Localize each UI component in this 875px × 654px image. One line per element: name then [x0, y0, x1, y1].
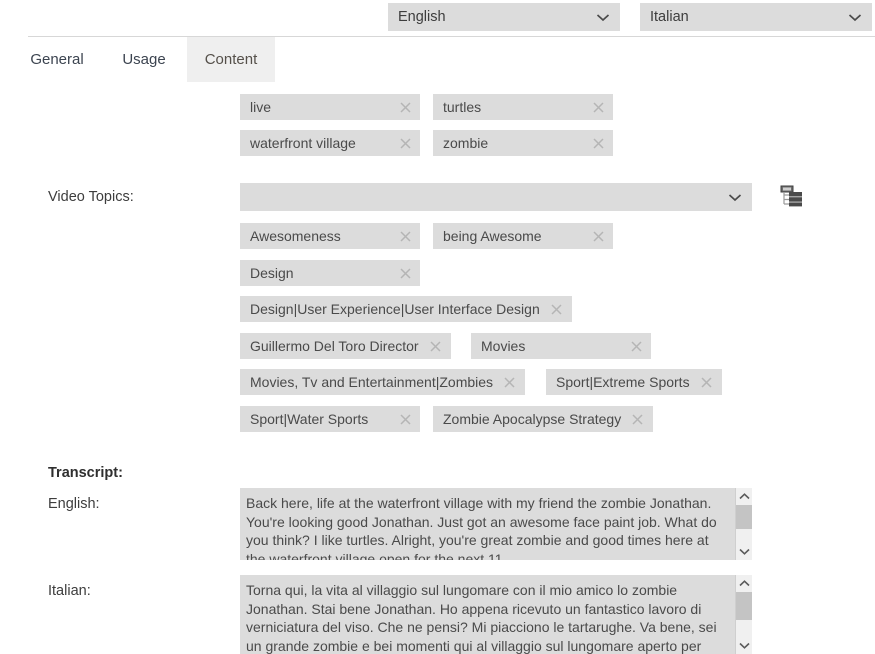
- close-icon[interactable]: [592, 230, 605, 243]
- topic-chip[interactable]: Design|User Experience|User Interface De…: [240, 296, 572, 322]
- close-icon[interactable]: [700, 376, 713, 389]
- target-language-select[interactable]: Italian: [640, 3, 872, 31]
- topic-chip[interactable]: Movies, Tv and Entertainment|Zombies: [240, 369, 526, 395]
- topic-chip-label: Sport|Water Sports: [250, 411, 369, 427]
- close-icon[interactable]: [399, 101, 412, 114]
- topic-chip[interactable]: Design: [240, 260, 420, 286]
- tab-content[interactable]: Content: [187, 37, 275, 82]
- close-icon[interactable]: [592, 137, 605, 150]
- transcript-italian-scroll-track[interactable]: [736, 592, 752, 637]
- close-icon[interactable]: [503, 376, 516, 389]
- keyword-chip-label: waterfront village: [250, 135, 356, 151]
- keyword-chip-label: turtles: [443, 99, 482, 115]
- close-icon[interactable]: [550, 303, 563, 316]
- topic-chip[interactable]: Zombie Apocalypse Strategy: [433, 406, 654, 432]
- topic-chip[interactable]: Guillermo Del Toro Director: [240, 333, 451, 359]
- topic-chip-label: Awesomeness: [250, 228, 341, 244]
- transcript-italian-scroll-thumb[interactable]: [736, 592, 752, 620]
- tab-general-label: General: [30, 51, 84, 68]
- close-icon[interactable]: [399, 230, 412, 243]
- keyword-chip-label: zombie: [443, 135, 489, 151]
- topic-chip-label: being Awesome: [443, 228, 542, 244]
- transcript-english-text[interactable]: Back here, life at the waterfront villag…: [240, 488, 735, 560]
- topic-chip[interactable]: Sport|Water Sports: [240, 406, 420, 432]
- close-icon[interactable]: [399, 413, 412, 426]
- video-topics-label: Video Topics:: [48, 189, 134, 205]
- tab-bar: General Usage Content: [0, 37, 875, 82]
- transcript-english-scrollbar[interactable]: [735, 488, 752, 560]
- keyword-chip[interactable]: zombie: [433, 130, 613, 156]
- chevron-down-icon: [728, 193, 742, 202]
- language-bar: English Italian: [0, 3, 875, 33]
- close-icon[interactable]: [630, 340, 643, 353]
- chevron-down-icon: [848, 13, 862, 22]
- topic-chip-label: Guillermo Del Toro Director: [250, 338, 419, 354]
- close-icon[interactable]: [399, 137, 412, 150]
- transcript-english-label: English:: [48, 496, 100, 512]
- source-language-select[interactable]: English: [388, 3, 620, 31]
- chevron-up-icon[interactable]: [736, 488, 752, 505]
- topic-chip-label: Movies: [481, 338, 526, 354]
- transcript-english-box[interactable]: Back here, life at the waterfront villag…: [240, 488, 752, 560]
- topic-chip-label: Zombie Apocalypse Strategy: [443, 411, 622, 427]
- tab-general[interactable]: General: [12, 37, 102, 82]
- topic-chip[interactable]: Sport|Extreme Sports: [546, 369, 722, 395]
- chevron-down-icon: [596, 13, 610, 22]
- topic-chip[interactable]: Movies: [471, 333, 651, 359]
- transcript-heading: Transcript:: [48, 465, 123, 481]
- transcript-italian-box[interactable]: Torna qui, la vita al villaggio sul lung…: [240, 575, 752, 654]
- transcript-italian-label: Italian:: [48, 583, 91, 599]
- keyword-chip[interactable]: live: [240, 94, 420, 120]
- close-icon[interactable]: [631, 413, 644, 426]
- tab-usage[interactable]: Usage: [104, 37, 184, 82]
- topic-chip[interactable]: being Awesome: [433, 223, 613, 249]
- tab-content-label: Content: [204, 51, 258, 68]
- chevron-down-icon[interactable]: [736, 637, 752, 654]
- content-tab-page: English Italian General Usage Content li…: [0, 0, 875, 654]
- transcript-italian-scrollbar[interactable]: [735, 575, 752, 654]
- tab-usage-label: Usage: [122, 51, 166, 68]
- video-topics-select[interactable]: [240, 183, 752, 211]
- transcript-english-scroll-thumb[interactable]: [736, 505, 752, 529]
- topic-chip-label: Design|User Experience|User Interface De…: [250, 301, 540, 317]
- chevron-up-icon[interactable]: [736, 575, 752, 592]
- close-icon[interactable]: [429, 340, 442, 353]
- target-language-value: Italian: [650, 9, 689, 25]
- close-icon[interactable]: [399, 267, 412, 280]
- topic-chip-label: Sport|Extreme Sports: [556, 374, 690, 390]
- transcript-italian-text[interactable]: Torna qui, la vita al villaggio sul lung…: [240, 575, 735, 654]
- tree-hierarchy-icon[interactable]: [780, 185, 804, 207]
- topic-chip-label: Design: [250, 265, 294, 281]
- keyword-chip[interactable]: turtles: [433, 94, 613, 120]
- topic-chip-label: Movies, Tv and Entertainment|Zombies: [250, 374, 494, 390]
- keyword-chip[interactable]: waterfront village: [240, 130, 420, 156]
- topic-chip[interactable]: Awesomeness: [240, 223, 420, 249]
- close-icon[interactable]: [592, 101, 605, 114]
- source-language-value: English: [398, 9, 446, 25]
- keyword-chip-label: live: [250, 99, 272, 115]
- chevron-down-icon[interactable]: [736, 543, 752, 560]
- transcript-english-scroll-track[interactable]: [736, 505, 752, 543]
